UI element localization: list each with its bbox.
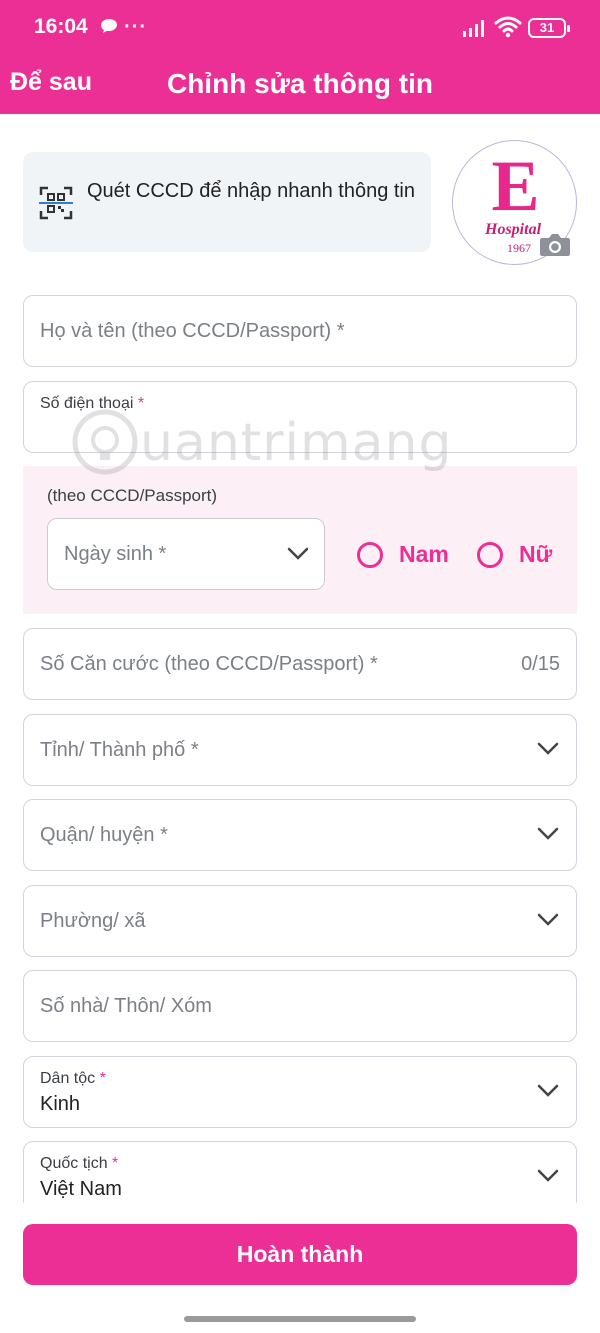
required-mark: *: [112, 1155, 119, 1172]
phone-field[interactable]: Số điện thoại *: [23, 381, 577, 453]
nationality-value: Việt Nam: [40, 1178, 122, 1200]
district-placeholder: Quận/ huyện *: [40, 824, 168, 846]
gender-female-radio[interactable]: Nữ: [477, 540, 557, 570]
radio-unchecked-icon: [357, 542, 383, 568]
ethnicity-value: Kinh: [40, 1093, 81, 1115]
chevron-down-icon: [537, 1084, 559, 1097]
hospital-logo-text: Hospital: [485, 221, 542, 238]
chevron-down-icon: [537, 827, 559, 840]
chevron-down-icon: [537, 913, 559, 926]
chat-bubble-icon: [101, 19, 117, 33]
phone-label: Số điện thoại *: [40, 395, 145, 412]
done-button[interactable]: Hoàn thành: [23, 1224, 577, 1285]
required-mark: *: [137, 395, 145, 412]
hospital-logo-letter: E: [491, 146, 540, 226]
footer: Hoàn thành: [0, 1203, 600, 1333]
id-number-counter: 0/15: [521, 653, 560, 675]
chevron-down-icon: [537, 1169, 559, 1182]
full-name-field[interactable]: Họ và tên (theo CCCD/Passport) *: [23, 295, 577, 367]
dob-placeholder: Ngày sinh *: [64, 543, 167, 565]
dob-note: (theo CCCD/Passport): [47, 486, 218, 505]
id-number-field[interactable]: Số Căn cước (theo CCCD/Passport) * 0/15: [23, 628, 577, 700]
battery-indicator: 31: [528, 18, 570, 38]
dob-select[interactable]: Ngày sinh *: [47, 518, 325, 590]
status-time: 16:04: [34, 15, 88, 38]
ethnicity-select[interactable]: Dân tộc * Kinh: [23, 1056, 577, 1128]
ward-placeholder: Phường/ xã: [40, 910, 146, 932]
chevron-down-icon: [287, 547, 309, 560]
app-bar: Chỉnh sửa thông tin Để sau: [0, 56, 600, 114]
province-select[interactable]: Tỉnh/ Thành phố *: [23, 714, 577, 786]
avatar[interactable]: E Hospital 1967: [452, 140, 577, 265]
scan-id-card-button[interactable]: Quét CCCD để nhập nhanh thông tin: [23, 152, 431, 252]
wifi-icon: [494, 16, 522, 38]
chevron-down-icon: [537, 742, 559, 755]
dob-gender-section: (theo CCCD/Passport) Ngày sinh * Nam Nữ: [23, 466, 577, 614]
address-placeholder: Số nhà/ Thôn/ Xóm: [40, 995, 212, 1017]
skip-later-button[interactable]: Để sau: [10, 68, 92, 97]
gender-male-label: Nam: [399, 541, 449, 567]
radio-unchecked-icon: [477, 542, 503, 568]
status-bar: 16:04 ··· 31: [0, 0, 600, 56]
province-placeholder: Tỉnh/ Thành phố *: [40, 739, 199, 761]
qr-scan-icon: [39, 186, 73, 220]
district-select[interactable]: Quận/ huyện *: [23, 799, 577, 871]
camera-icon[interactable]: [539, 232, 571, 258]
address-field[interactable]: Số nhà/ Thôn/ Xóm: [23, 970, 577, 1042]
required-mark: *: [99, 1070, 106, 1087]
hospital-logo-year: 1967: [507, 241, 531, 255]
full-name-placeholder: Họ và tên (theo CCCD/Passport) *: [40, 320, 345, 342]
ward-select[interactable]: Phường/ xã: [23, 885, 577, 957]
signal-icon: [463, 20, 484, 37]
gender-male-radio[interactable]: Nam: [357, 540, 457, 570]
id-number-placeholder: Số Căn cước (theo CCCD/Passport) *: [40, 653, 378, 675]
home-indicator[interactable]: [184, 1316, 416, 1322]
more-dots-icon: ···: [124, 16, 147, 38]
scan-id-card-label: Quét CCCD để nhập nhanh thông tin: [87, 180, 415, 202]
ethnicity-label: Dân tộc *: [40, 1070, 106, 1087]
gender-female-label: Nữ: [519, 541, 553, 567]
nationality-label: Quốc tịch *: [40, 1155, 119, 1172]
